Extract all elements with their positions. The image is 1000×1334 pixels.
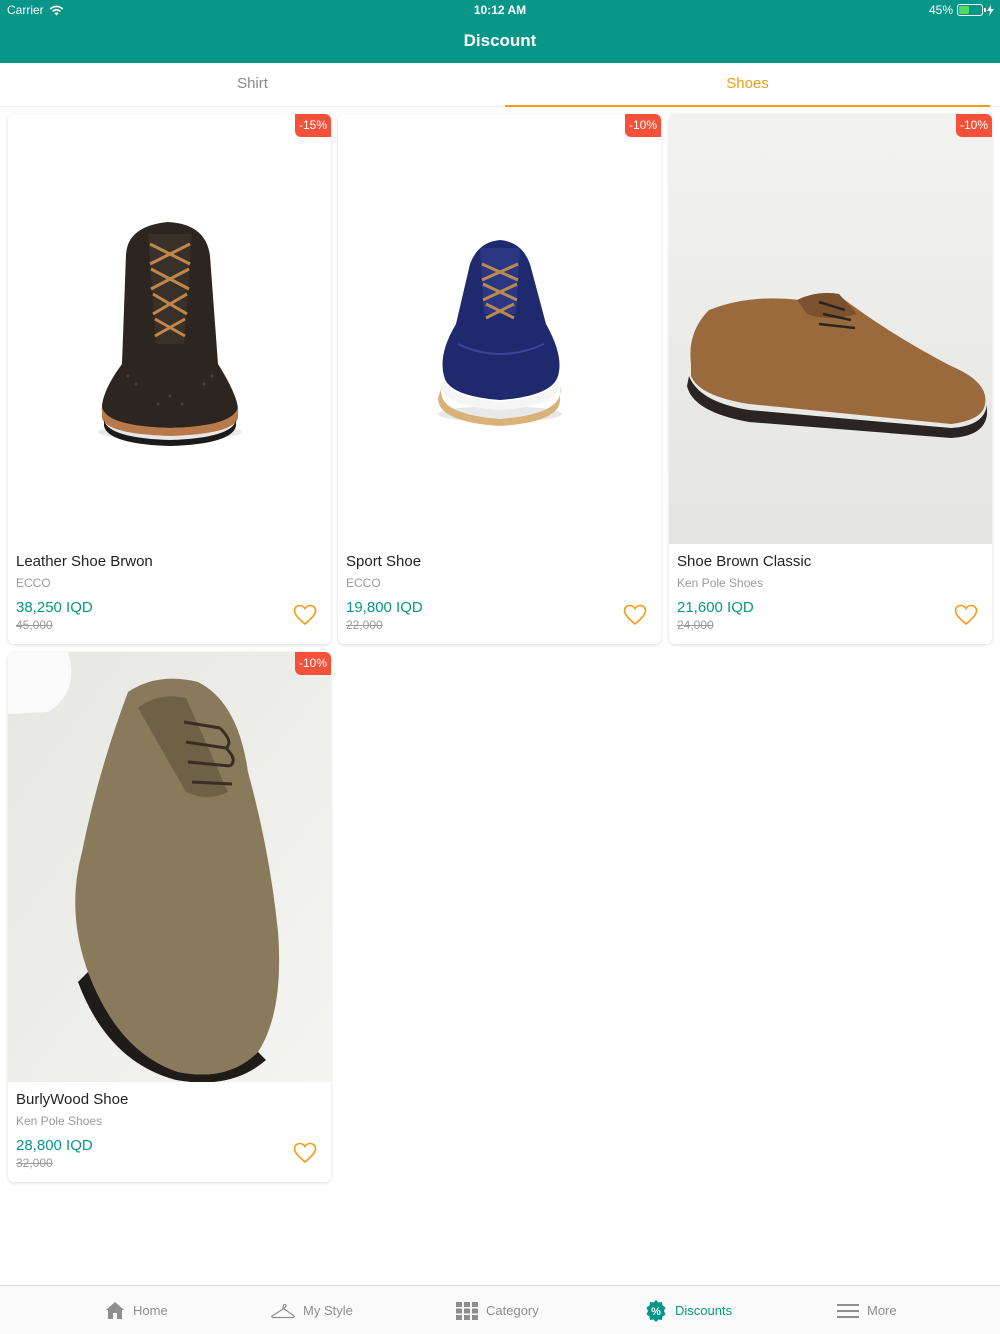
product-name: Shoe Brown Classic <box>677 553 812 570</box>
discount-badge: -10% <box>955 114 992 137</box>
product-card[interactable]: -10% Shoe Brown Classic Ken Pole Shoes 2… <box>669 114 992 644</box>
tabbar-label: My Style <box>303 1303 353 1318</box>
tabbar-item-category[interactable]: Category <box>456 1286 539 1334</box>
heart-icon[interactable] <box>293 604 317 626</box>
page-title: Discount <box>463 31 537 50</box>
heart-icon[interactable] <box>293 1142 317 1164</box>
product-name: Leather Shoe Brwon <box>16 553 153 570</box>
tab-shoes[interactable]: Shoes <box>505 63 990 107</box>
discount-badge-icon: % <box>646 1299 666 1322</box>
tabbar-item-my-style[interactable]: My Style <box>271 1286 353 1334</box>
tabbar-item-home[interactable]: Home <box>105 1286 168 1334</box>
discount-badge: -10% <box>294 652 331 675</box>
status-time: 10:12 AM <box>473 3 527 17</box>
product-image[interactable] <box>8 652 331 1082</box>
product-old-price: 24,000 <box>677 618 714 632</box>
product-old-price: 45,000 <box>16 618 53 632</box>
product-card[interactable]: -10% Sport Shoe ECCO 19,800 IQD 22,000 <box>338 114 661 644</box>
product-price: 19,800 IQD <box>346 599 423 616</box>
discount-badge: -10% <box>624 114 661 137</box>
product-image[interactable] <box>338 114 661 544</box>
tabbar-item-more[interactable]: More <box>837 1286 897 1334</box>
product-card[interactable]: -10% BurlyWood Shoe Ken Pole Shoes 28,80… <box>8 652 331 1182</box>
product-price: 21,600 IQD <box>677 599 754 616</box>
charging-bolt-icon <box>987 4 994 16</box>
product-image[interactable] <box>669 114 992 544</box>
product-brand: Ken Pole Shoes <box>16 1114 103 1128</box>
tabbar-label: Discounts <box>675 1303 733 1318</box>
product-price: 28,800 IQD <box>16 1137 93 1154</box>
navigation-header: Carrier 10:12 AM 45% Discount <box>0 0 1000 63</box>
hanger-icon <box>271 1303 295 1318</box>
product-brand: Ken Pole Shoes <box>677 576 764 590</box>
battery-icon <box>957 4 986 16</box>
home-icon <box>106 1302 124 1319</box>
product-image[interactable] <box>8 114 331 544</box>
product-card[interactable]: -15% Leather Shoe Brwon ECCO 38,250 IQD … <box>8 114 331 644</box>
battery-status: 45% <box>929 3 994 17</box>
grid-icon <box>456 1301 478 1320</box>
tab-shirt[interactable]: Shirt <box>0 63 505 107</box>
tabbar-label: Category <box>486 1303 539 1318</box>
menu-icon <box>837 1303 859 1318</box>
product-price: 38,250 IQD <box>16 599 93 616</box>
svg-text:%: % <box>651 1306 661 1318</box>
tabbar-item-discounts[interactable]: % Discounts <box>645 1286 732 1334</box>
category-tabs: Shirt Shoes <box>0 63 1000 107</box>
product-brand: ECCO <box>346 576 381 590</box>
status-bar: Carrier 10:12 AM 45% <box>0 3 1000 19</box>
product-old-price: 22,000 <box>346 618 383 632</box>
product-brand: ECCO <box>16 576 51 590</box>
bottom-tab-bar: Home My Style Category % Discounts More <box>0 1285 1000 1334</box>
product-name: Sport Shoe <box>346 553 422 570</box>
heart-icon[interactable] <box>623 604 647 626</box>
heart-icon[interactable] <box>954 604 978 626</box>
product-old-price: 32,000 <box>16 1156 53 1170</box>
discount-badge: -15% <box>294 114 331 137</box>
tabbar-label: Home <box>133 1303 168 1318</box>
product-name: BurlyWood Shoe <box>16 1091 129 1108</box>
battery-percent: 45% <box>928 3 953 17</box>
tabbar-label: More <box>867 1303 897 1318</box>
